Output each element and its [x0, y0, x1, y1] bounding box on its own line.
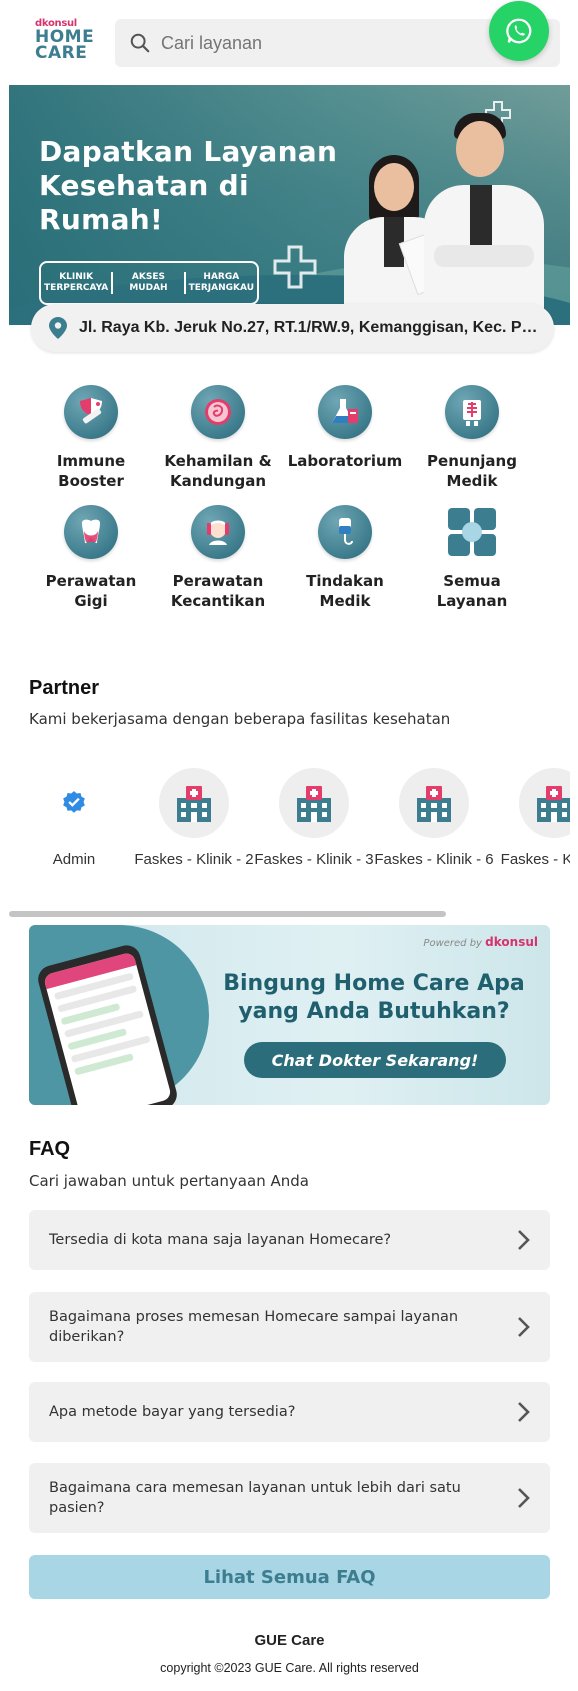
see-all-faq-button[interactable]: Lihat Semua FAQ [29, 1555, 550, 1599]
hero-badge: HARGA TERJANGKAU [188, 272, 255, 293]
powered-by-brand: dkonsul [485, 935, 538, 949]
search-input[interactable] [161, 32, 481, 54]
home-care-logo[interactable]: dkonsul HOME CARE [35, 18, 95, 68]
beauty-icon [191, 505, 245, 559]
whatsapp-button[interactable] [489, 1, 549, 61]
chevron-right-icon [518, 1402, 530, 1422]
faq-question: Apa metode bayar yang tersedia? [49, 1404, 296, 1420]
address-selector[interactable]: Jl. Raya Kb. Jeruk No.27, RT.1/RW.9, Kem… [31, 304, 554, 352]
service-label: Semua Layanan [436, 572, 508, 610]
service-laboratorium[interactable]: Laboratorium [285, 385, 405, 471]
partner-title: Partner [29, 677, 100, 699]
logo-title: HOME CARE [35, 29, 95, 63]
plus-decoration-icon [273, 245, 317, 289]
hero-banner[interactable]: Dapatkan Layanan Kesehatan di Rumah! KLI… [9, 85, 570, 325]
faq-question: Tersedia di kota mana saja layanan Homec… [49, 1232, 392, 1248]
whatsapp-icon [506, 18, 532, 44]
powered-by-label: Powered by [423, 938, 482, 949]
service-label: Laboratorium [287, 452, 403, 470]
hero-title: Dapatkan Layanan Kesehatan di Rumah! [39, 135, 338, 236]
xray-icon [445, 385, 499, 439]
partner-subtitle: Kami bekerjasama dengan beberapa fasilit… [29, 710, 451, 728]
service-immune-booster[interactable]: Immune Booster [31, 385, 151, 491]
partner-item[interactable]: Faskes - Klinik - 6 [374, 768, 494, 870]
service-label: Perawatan Kecantikan [170, 572, 266, 610]
partner-item-admin[interactable]: Admin [14, 768, 134, 870]
promo-title: Bingung Home Care Apa yang Anda Butuhkan… [223, 971, 525, 1024]
hero-badges: KLINIK TERPERCAYA AKSES MUDAH HARGA TERJ… [39, 261, 259, 305]
partner-label: Faskes - Klinik - 2 [134, 851, 254, 868]
hero-badge: KLINIK TERPERCAYA [41, 272, 114, 294]
chat-doctor-button[interactable]: Chat Dokter Sekarang! [244, 1042, 506, 1078]
faq-item[interactable]: Apa metode bayar yang tersedia? [29, 1382, 550, 1442]
footer-brand: GUE Care [254, 1632, 325, 1649]
header: dkonsul HOME CARE [9, 0, 570, 85]
partner-avatar [279, 768, 349, 838]
service-perawatan-gigi[interactable]: Perawatan Gigi [31, 505, 151, 611]
logo-line-2: CARE [35, 43, 88, 63]
chevron-right-icon [518, 1230, 530, 1250]
service-label: Tindakan Medik [306, 572, 384, 610]
doctor-male-illustration [414, 105, 554, 325]
faq-question: Bagaimana cara memesan layanan untuk leb… [49, 1480, 461, 1516]
verified-icon [63, 791, 85, 813]
partner-item[interactable]: Faskes - Klinik - 2 [134, 768, 254, 870]
service-tindakan-medik[interactable]: Tindakan Medik [285, 505, 405, 611]
hospital-icon [537, 786, 570, 822]
location-pin-icon [49, 317, 67, 339]
partner-avatar [159, 768, 229, 838]
pregnancy-icon [191, 385, 245, 439]
service-penunjang-medik[interactable]: Penunjang Medik [412, 385, 532, 491]
partner-label: Faskes - Klinik - 6 [374, 851, 494, 868]
footer-copyright: copyright ©2023 GUE Care. All rights res… [160, 1661, 419, 1675]
partner-carousel[interactable]: Admin Faskes - Klinik - 2 Faskes - Klini… [9, 768, 570, 908]
service-semua-layanan[interactable]: Semua Layanan [412, 505, 532, 611]
faq-item[interactable]: Bagaimana cara memesan layanan untuk leb… [29, 1463, 550, 1533]
tooth-icon [64, 505, 118, 559]
iv-drip-icon [318, 505, 372, 559]
partner-label: Faskes - Klinik - [500, 851, 570, 868]
immune-icon [64, 385, 118, 439]
partner-item[interactable]: Faskes - Klinik - 3 [254, 768, 374, 870]
page: dkonsul HOME CARE Dapatkan Layanan Keseh… [9, 0, 570, 1691]
address-text: Jl. Raya Kb. Jeruk No.27, RT.1/RW.9, Kem… [79, 319, 539, 336]
partner-avatar [39, 768, 109, 838]
partner-scrollbar[interactable] [9, 911, 446, 917]
hospital-icon [417, 786, 451, 822]
partner-avatar [399, 768, 469, 838]
service-label: Perawatan Gigi [45, 572, 137, 610]
partner-avatar [519, 768, 570, 838]
partner-label: Admin [52, 851, 96, 868]
grid-icon [445, 505, 499, 559]
service-kehamilan[interactable]: Kehamilan & Kandungan [158, 385, 278, 491]
powered-by: Powered by dkonsul [423, 935, 538, 949]
service-label: Kehamilan & Kandungan [164, 452, 272, 490]
search-icon [130, 33, 150, 53]
partner-label: Faskes - Klinik - 3 [254, 851, 374, 868]
faq-item[interactable]: Tersedia di kota mana saja layanan Homec… [29, 1210, 550, 1270]
faq-title: FAQ [29, 1138, 71, 1160]
chevron-right-icon [518, 1317, 530, 1337]
hospital-icon [297, 786, 331, 822]
service-perawatan-kecantikan[interactable]: Perawatan Kecantikan [158, 505, 278, 611]
faq-question: Bagaimana proses memesan Homecare sampai… [49, 1309, 459, 1345]
chevron-right-icon [518, 1488, 530, 1508]
lab-flask-icon [318, 385, 372, 439]
faq-subtitle: Cari jawaban untuk pertanyaan Anda [29, 1172, 309, 1190]
faq-item[interactable]: Bagaimana proses memesan Homecare sampai… [29, 1292, 550, 1362]
partner-item[interactable]: Faskes - Klinik - [494, 768, 570, 870]
hospital-icon [177, 786, 211, 822]
chat-doctor-banner[interactable]: Powered by dkonsul Bingung Home Care Apa… [29, 925, 550, 1105]
service-label: Immune Booster [56, 452, 126, 490]
service-label: Penunjang Medik [427, 452, 517, 490]
hero-badge: AKSES MUDAH [113, 272, 186, 294]
